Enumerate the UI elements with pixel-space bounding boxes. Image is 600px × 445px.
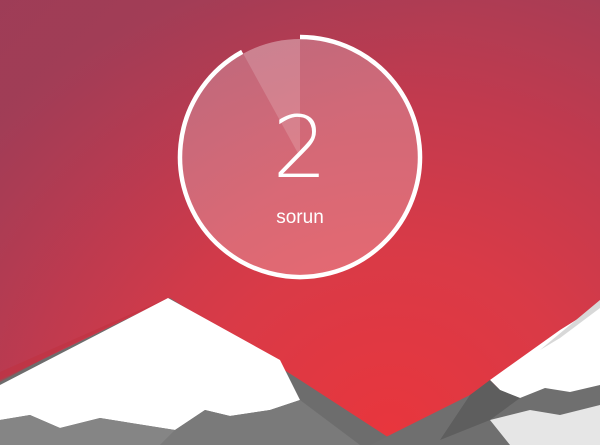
- issue-label: sorun: [276, 207, 324, 228]
- issue-count: 2: [272, 98, 328, 198]
